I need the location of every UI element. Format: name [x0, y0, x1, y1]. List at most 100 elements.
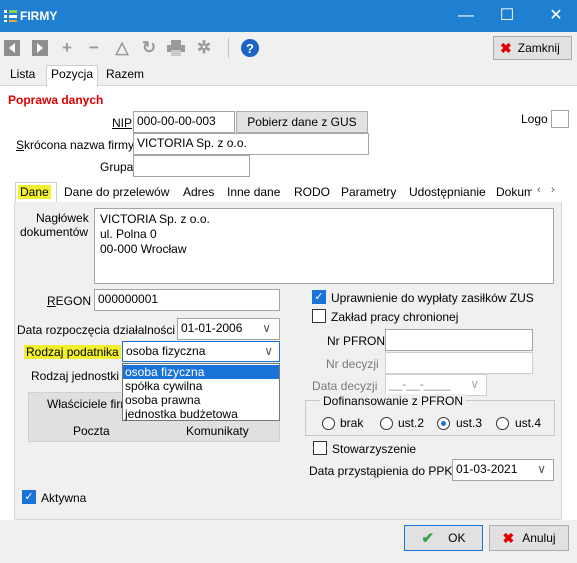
last-icon[interactable] — [32, 40, 48, 56]
maximize-button[interactable]: ☐ — [492, 4, 522, 28]
dropdown-option[interactable]: osoba fizyczna — [125, 365, 204, 379]
tab-inne-dane[interactable]: Inne dane — [227, 185, 280, 199]
decision-date-value: __-__-____ — [389, 377, 451, 391]
header-textarea[interactable]: VICTORIA Sp. z o.o. ul. Polna 0 00-000 W… — [94, 208, 554, 284]
association-checkbox[interactable] — [313, 441, 327, 455]
sheltered-checkbox[interactable] — [312, 309, 326, 323]
close-x-icon: ✖ — [500, 39, 512, 56]
pfron-nr-input[interactable] — [385, 329, 533, 351]
regon-label: REGON — [47, 294, 92, 308]
decision-nr-input[interactable] — [385, 352, 533, 374]
tab-adres[interactable]: Adres — [183, 185, 214, 199]
messengers-button[interactable]: Komunikaty — [186, 424, 249, 438]
pfron-radio-ust3[interactable] — [437, 417, 450, 430]
tab-razem[interactable]: Razem — [106, 67, 144, 81]
taxpayer-label: Rodzaj podatnika — [24, 345, 121, 359]
taxpayer-value: osoba fizyczna — [126, 344, 206, 358]
refresh-icon[interactable]: ↻ — [140, 38, 158, 58]
tab-scroll-left-icon[interactable]: ‹ — [537, 184, 541, 196]
settings-icon[interactable]: ✲ — [195, 38, 213, 58]
pfron-option-label: brak — [340, 416, 364, 430]
tab-pozycja[interactable]: Pozycja — [51, 67, 93, 81]
tab-parametry[interactable]: Parametry — [341, 185, 396, 199]
association-label: Stowarzyszenie — [332, 442, 417, 456]
header-line: 00-000 Wrocław — [100, 242, 187, 256]
chevron-down-icon[interactable]: ∨ — [470, 377, 479, 391]
tab-dane[interactable]: Dane — [18, 185, 51, 199]
add-icon[interactable]: + — [58, 38, 76, 58]
header-label-2: dokumentów — [20, 225, 89, 239]
logo-label: Logo — [521, 112, 548, 126]
decision-date-input[interactable]: __-__-____ ∨ — [385, 374, 487, 396]
title-bar: FIRMY — ☐ ✕ — [0, 0, 577, 32]
pfron-radio-ust2[interactable] — [380, 417, 393, 430]
active-label: Aktywna — [41, 491, 87, 505]
remove-icon[interactable]: − — [85, 38, 103, 58]
zus-label: Uprawnienie do wypłaty zasiłków ZUS — [331, 291, 534, 305]
chevron-down-icon[interactable]: ∨ — [264, 344, 273, 358]
short-name-input[interactable]: VICTORIA Sp. z o.o. — [133, 133, 369, 155]
cancel-label: Anuluj — [522, 531, 556, 545]
owners-button[interactable]: Właściciele firm — [47, 397, 122, 411]
nip-input[interactable]: 000-00-00-003 — [133, 111, 235, 133]
pfron-option-label: ust.4 — [515, 416, 542, 430]
cancel-button[interactable]: ✖ Anuluj — [489, 525, 569, 551]
dropdown-option[interactable]: osoba prawna — [125, 393, 200, 407]
tab-scroll-right-icon[interactable]: › — [551, 184, 555, 196]
sheltered-label: Zakład pracy chronionej — [331, 310, 459, 324]
header-line: ul. Polna 0 — [100, 227, 157, 241]
close-window-button[interactable]: ✕ — [541, 4, 571, 28]
start-date-input[interactable]: 01-01-2006 ∨ — [177, 318, 280, 340]
tab-dokum[interactable]: Dokum — [496, 185, 532, 199]
pfron-group-label: Dofinansowanie z PFRON — [320, 394, 467, 408]
start-date-label: Data rozpoczęcia działalności — [17, 323, 176, 337]
gus-button[interactable]: Pobierz dane z GUS — [236, 111, 368, 133]
window-title: FIRMY — [20, 9, 58, 23]
close-button[interactable]: ✖ Zamknij — [493, 36, 572, 60]
dropdown-option[interactable]: jednostka budżetowa — [125, 407, 238, 421]
header-label-1: Nagłówek — [36, 211, 89, 225]
ppk-label: Data przystąpienia do PPK — [309, 464, 453, 478]
ppk-date-input[interactable]: 01-03-2021 ∨ — [452, 459, 554, 481]
chevron-down-icon[interactable]: ∨ — [537, 462, 546, 476]
pfron-radio-ust4[interactable] — [496, 417, 509, 430]
nip-label: NIP — [112, 116, 133, 130]
regon-input[interactable]: 000000001 — [94, 289, 280, 311]
close-button-label: Zamknij — [517, 41, 560, 55]
minimize-button[interactable]: — — [451, 4, 481, 28]
check-icon: ✔ — [421, 530, 435, 547]
section-title: Poprawa danych — [8, 93, 104, 107]
group-label: Grupa — [100, 160, 134, 174]
ok-button[interactable]: ✔ OK — [404, 525, 483, 551]
header-line: VICTORIA Sp. z o.o. — [100, 212, 210, 226]
cancel-x-icon: ✖ — [502, 529, 515, 546]
app-icon — [4, 10, 17, 22]
svg-text:?: ? — [246, 41, 254, 56]
short-name-label: Skrócona nazwa firmy — [16, 138, 135, 152]
pfron-nr-label: Nr PFRON — [327, 334, 385, 348]
ppk-date-value: 01-03-2021 — [456, 462, 518, 476]
edit-icon[interactable]: △ — [113, 38, 131, 58]
tab-lista[interactable]: Lista — [10, 67, 35, 81]
tab-udostepnianie[interactable]: Udostępnianie — [409, 185, 486, 199]
print-icon[interactable] — [167, 40, 185, 56]
taxpayer-dropdown-list: osoba fizyczna spółka cywilna osoba praw… — [122, 363, 280, 421]
logo-box[interactable] — [551, 110, 569, 128]
unit-type-label: Rodzaj jednostki — [31, 369, 120, 383]
tab-dane-do-przelewow[interactable]: Dane do przelewów — [64, 185, 169, 199]
chevron-down-icon[interactable]: ∨ — [262, 321, 271, 335]
start-date-value: 01-01-2006 — [181, 321, 243, 335]
active-checkbox[interactable]: ✓ — [22, 490, 36, 504]
toolbar-separator — [228, 38, 229, 58]
first-icon[interactable] — [4, 40, 20, 56]
mail-button[interactable]: Poczta — [73, 424, 110, 438]
zus-checkbox[interactable]: ✓ — [312, 290, 326, 304]
dropdown-option[interactable]: spółka cywilna — [125, 379, 202, 393]
taxpayer-select[interactable]: osoba fizyczna ∨ — [122, 341, 280, 362]
decision-nr-label: Nr decyzji — [326, 357, 379, 371]
pfron-radio-brak[interactable] — [322, 417, 335, 430]
help-icon[interactable]: ? — [241, 39, 259, 57]
group-input[interactable] — [133, 155, 250, 177]
tab-rodo[interactable]: RODO — [294, 185, 330, 199]
decision-date-label: Data decyzji — [312, 379, 378, 393]
